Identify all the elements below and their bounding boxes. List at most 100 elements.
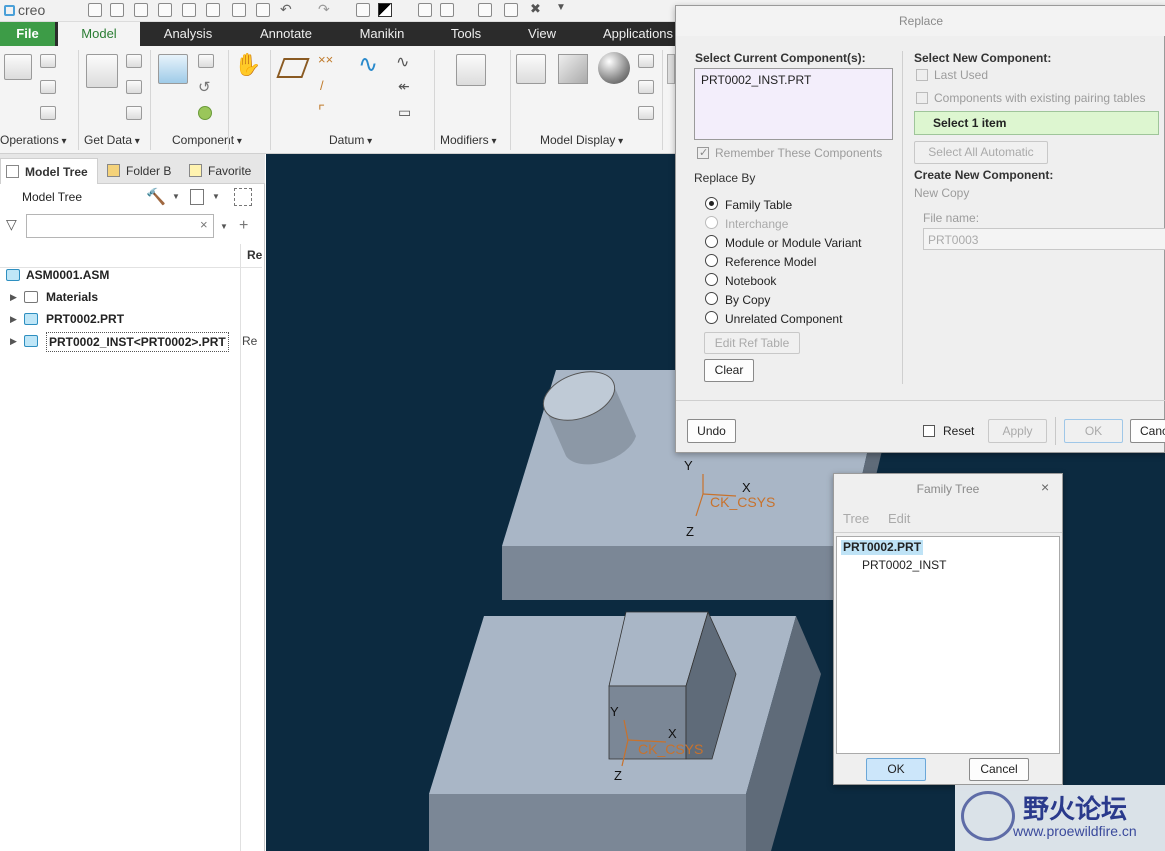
tree-item-part[interactable]: ▶ PRT0002.PRT xyxy=(0,308,262,330)
drag-components-icon[interactable]: ✋ xyxy=(234,52,261,78)
axis-icon[interactable]: / xyxy=(320,78,324,93)
group-component[interactable]: Component xyxy=(172,133,242,151)
family-tree-item-instance[interactable]: PRT0002_INST xyxy=(862,558,947,573)
select-all-automatic-button[interactable]: Select All Automatic xyxy=(914,141,1048,164)
datum-display-icon[interactable] xyxy=(504,3,518,17)
graph-icon[interactable]: ↞ xyxy=(398,78,410,95)
undo-icon[interactable]: ↶ xyxy=(280,1,292,18)
create-component-icon[interactable] xyxy=(198,54,214,68)
show-dropdown-icon[interactable]: ▼ xyxy=(212,192,220,201)
close-window-icon[interactable] xyxy=(232,3,246,17)
tree-item-materials[interactable]: ▶ Materials xyxy=(0,286,262,308)
appearance-gallery-icon[interactable] xyxy=(598,52,630,84)
show-icon[interactable] xyxy=(190,189,204,205)
tab-tools[interactable]: Tools xyxy=(432,22,500,46)
tab-favorites[interactable]: Favorite xyxy=(184,158,262,184)
tree-settings-icon[interactable]: 🔨 xyxy=(146,187,166,207)
edit-ref-table-button[interactable]: Edit Ref Table xyxy=(704,332,800,354)
clear-button[interactable]: Clear xyxy=(704,359,754,382)
shrinkwrap-icon[interactable] xyxy=(126,80,142,94)
current-component-item[interactable]: PRT0002_INST.PRT xyxy=(701,73,811,87)
radio-notebook[interactable] xyxy=(705,273,718,286)
family-ok-button[interactable]: OK xyxy=(866,758,926,781)
menu-edit[interactable]: Edit xyxy=(888,511,910,526)
apply-button[interactable]: Apply xyxy=(988,419,1047,443)
save-as-icon[interactable] xyxy=(158,3,172,17)
radio-interchange[interactable] xyxy=(705,216,718,229)
tab-annotate[interactable]: Annotate xyxy=(244,22,328,46)
ok-button[interactable]: OK xyxy=(1064,419,1123,443)
regenerate-icon[interactable] xyxy=(4,54,32,80)
add-column-icon[interactable]: + xyxy=(239,217,248,235)
redo-icon[interactable]: ↷ xyxy=(318,1,330,18)
group-model-display[interactable]: Model Display xyxy=(540,133,623,151)
copy-geometry-icon[interactable] xyxy=(126,54,142,68)
file-name-input[interactable]: PRT0003 xyxy=(923,228,1165,250)
close-icon[interactable]: ✖ xyxy=(530,1,541,17)
pairing-tables-checkbox[interactable] xyxy=(916,92,928,104)
relations-icon[interactable] xyxy=(356,3,370,17)
save-icon[interactable] xyxy=(134,3,148,17)
delete-icon[interactable] xyxy=(40,106,56,120)
sketch-icon[interactable]: ∿ xyxy=(358,50,378,79)
family-cancel-button[interactable]: Cancel xyxy=(969,758,1029,781)
customize-dropdown-icon[interactable]: ▼ xyxy=(556,2,566,13)
repeat-icon[interactable]: ↺ xyxy=(198,78,211,96)
perspective-icon[interactable] xyxy=(638,80,654,94)
expand-icon[interactable]: ▶ xyxy=(10,308,17,330)
select-item-collector[interactable]: Select 1 item xyxy=(914,111,1159,135)
current-components-list[interactable]: PRT0002_INST.PRT xyxy=(694,68,893,140)
tool-icon[interactable] xyxy=(256,3,270,17)
menu-tree[interactable]: Tree xyxy=(843,511,869,526)
assemble-icon[interactable] xyxy=(158,54,188,84)
tree-item-root[interactable]: ASM0001.ASM xyxy=(0,264,262,286)
csys-icon[interactable]: ⌜ xyxy=(318,102,325,120)
windows-icon[interactable] xyxy=(206,3,220,17)
point-icon[interactable]: ×× xyxy=(318,52,333,67)
tab-model-tree[interactable]: Model Tree xyxy=(0,158,98,184)
group-datum[interactable]: Datum xyxy=(329,133,372,151)
plane-icon[interactable] xyxy=(276,58,310,78)
regenerate-icon[interactable] xyxy=(182,3,196,17)
last-used-checkbox[interactable] xyxy=(916,69,928,81)
offset-plane-icon[interactable]: ▭ xyxy=(398,104,411,121)
radio-by-copy[interactable] xyxy=(705,292,718,305)
search-dropdown-icon[interactable]: ▼ xyxy=(220,222,228,231)
clear-search-icon[interactable]: × xyxy=(200,217,208,232)
user-defined-feature-icon[interactable] xyxy=(86,54,118,88)
tree-item-instance[interactable]: ▶ PRT0002_INST<PRT0002>.PRT Re xyxy=(0,330,262,352)
text-icon[interactable] xyxy=(418,3,432,17)
manage-views-icon[interactable] xyxy=(516,54,546,84)
paste-icon[interactable] xyxy=(40,80,56,94)
new-file-icon[interactable] xyxy=(88,3,102,17)
family-tree-item-generic[interactable]: PRT0002.PRT xyxy=(841,540,924,555)
group-modifiers[interactable]: Modifiers xyxy=(440,133,497,151)
tab-model[interactable]: Model xyxy=(58,22,140,46)
curve-icon[interactable]: ∿ xyxy=(396,52,409,72)
switch-window-icon[interactable] xyxy=(440,3,454,17)
explode-icon[interactable] xyxy=(638,106,654,120)
tab-manikin[interactable]: Manikin xyxy=(342,22,422,46)
tree-settings-dropdown-icon[interactable]: ▼ xyxy=(172,192,180,201)
tab-analysis[interactable]: Analysis xyxy=(146,22,230,46)
section-icon[interactable] xyxy=(558,54,588,84)
lower-block-front-face[interactable] xyxy=(429,794,746,851)
group-operations[interactable]: Operations xyxy=(0,133,67,151)
cancel-button[interactable]: Canc xyxy=(1130,419,1165,443)
tab-folder-browser[interactable]: Folder B xyxy=(102,158,180,184)
radio-reference-model[interactable] xyxy=(705,254,718,267)
expand-icon[interactable]: ▶ xyxy=(10,330,17,352)
search-input[interactable] xyxy=(26,214,214,238)
package-icon[interactable] xyxy=(198,106,212,120)
radio-module-variant[interactable] xyxy=(705,235,718,248)
filter-display-icon[interactable] xyxy=(234,188,252,206)
radio-family-table[interactable] xyxy=(705,197,718,210)
open-file-icon[interactable] xyxy=(110,3,124,17)
appearance-icon[interactable] xyxy=(378,3,392,17)
reset-checkbox[interactable] xyxy=(923,425,935,437)
copy-icon[interactable] xyxy=(40,54,56,68)
group-get-data[interactable]: Get Data xyxy=(84,133,140,151)
remember-components-checkbox[interactable] xyxy=(697,146,709,159)
tab-file[interactable]: File xyxy=(0,22,55,46)
expand-icon[interactable]: ▶ xyxy=(10,286,17,308)
